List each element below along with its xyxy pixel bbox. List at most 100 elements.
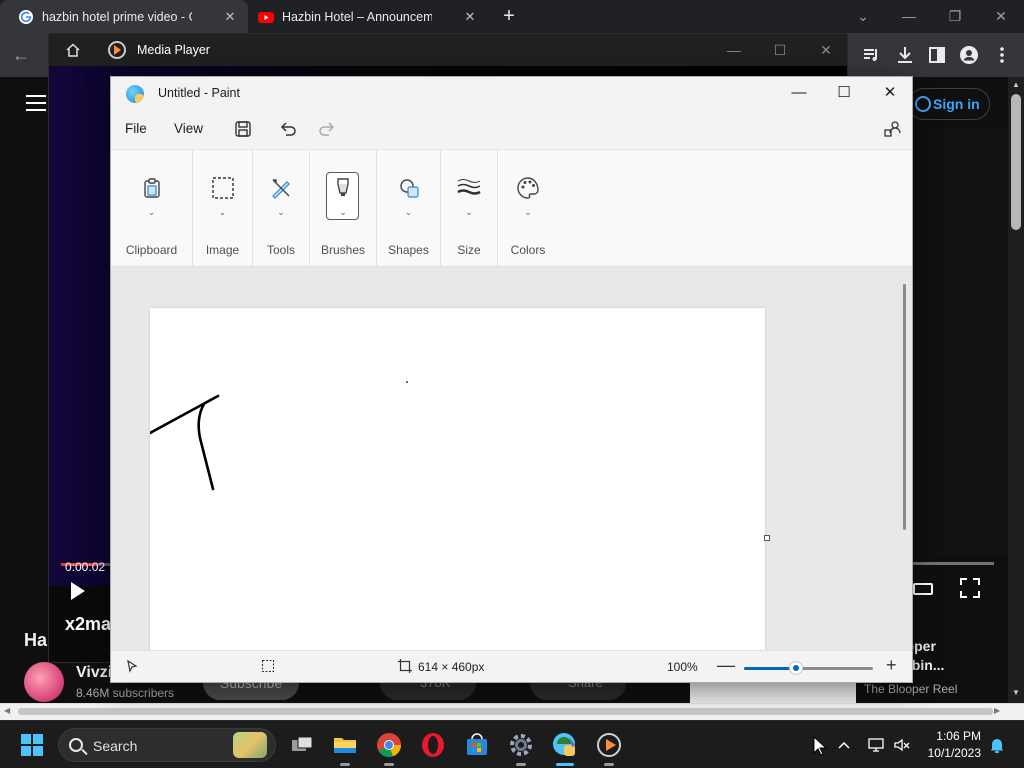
media-player-titlebar[interactable]: Media Player — ☐ ✕ xyxy=(49,34,847,66)
taskbar-time[interactable]: 1:06 PM xyxy=(935,729,981,743)
related-video-channel[interactable]: The Blooper Reel xyxy=(864,682,957,696)
browser-tab-youtube[interactable]: Hazbin Hotel – Announcement | ✕ xyxy=(258,0,484,33)
workspace-scrollbar[interactable] xyxy=(903,284,906,530)
profile-icon[interactable] xyxy=(959,45,979,65)
chrome-icon[interactable] xyxy=(375,731,403,766)
undo-icon[interactable] xyxy=(277,118,299,140)
taskbar-date[interactable]: 10/1/2023 xyxy=(921,746,981,760)
ribbon-label: Tools xyxy=(266,243,295,257)
task-view-icon[interactable] xyxy=(288,731,316,759)
shapes-icon xyxy=(399,179,419,198)
close-tab-icon[interactable]: ✕ xyxy=(222,9,238,25)
taskbar-search[interactable]: Search xyxy=(58,728,276,762)
minimize-icon[interactable]: — xyxy=(898,6,920,26)
media-player-app-icon[interactable] xyxy=(595,731,623,766)
zoom-slider-thumb[interactable] xyxy=(788,661,803,675)
new-tab-button[interactable]: + xyxy=(498,6,520,28)
minimize-icon[interactable]: — xyxy=(785,81,813,105)
back-arrow-icon[interactable]: ← xyxy=(12,45,32,65)
chevron-down-icon[interactable]: ⌄ xyxy=(277,208,285,217)
video-title-fragment: Ha xyxy=(24,630,48,650)
ribbon-group-brushes[interactable]: ⌄ Brushes xyxy=(310,150,377,268)
notification-bell-icon[interactable] xyxy=(988,736,1006,754)
more-vert-icon[interactable] xyxy=(992,45,1012,65)
show-hidden-icons-icon[interactable] xyxy=(837,738,851,752)
settings-gear-icon[interactable] xyxy=(507,731,535,766)
ribbon-group-size[interactable]: ⌄ Size xyxy=(441,150,498,268)
chevron-down-icon[interactable]: ⌄ xyxy=(148,208,156,217)
home-icon[interactable] xyxy=(65,42,81,58)
save-icon[interactable] xyxy=(232,118,254,140)
close-icon[interactable]: ✕ xyxy=(990,6,1012,26)
scroll-up-icon[interactable]: ▲ xyxy=(1010,80,1022,90)
ribbon-group-shapes[interactable]: ⌄ Shapes xyxy=(377,150,441,268)
chevron-down-icon[interactable]: ⌄ xyxy=(219,208,227,217)
zoom-out-button[interactable]: — xyxy=(717,655,735,675)
file-explorer-icon[interactable] xyxy=(331,731,359,766)
maximize-icon[interactable]: ☐ xyxy=(769,40,791,60)
ribbon-group-image[interactable]: ⌄ Image xyxy=(193,150,253,268)
paint-canvas[interactable] xyxy=(148,308,765,668)
media-queue-icon[interactable] xyxy=(862,45,882,65)
paint-titlebar[interactable]: Untitled - Paint — ☐ ✕ xyxy=(111,77,912,109)
related-video-thumbnail[interactable] xyxy=(690,680,856,704)
opera-icon[interactable] xyxy=(419,731,447,759)
minimize-icon[interactable]: — xyxy=(723,40,745,60)
scroll-down-icon[interactable]: ▼ xyxy=(1010,688,1022,698)
chevron-down-icon[interactable]: ⌄ xyxy=(465,208,473,217)
hamburger-menu-icon[interactable] xyxy=(26,95,46,111)
microsoft-store-icon[interactable] xyxy=(463,731,491,759)
start-button[interactable] xyxy=(21,734,43,756)
video-progress-bar[interactable] xyxy=(912,562,994,565)
redo-icon[interactable] xyxy=(316,118,338,140)
browser-tab-google[interactable]: hazbin hotel prime video - Goog ✕ xyxy=(0,0,248,33)
ribbon-group-clipboard[interactable]: ⌄ Clipboard xyxy=(111,150,193,268)
selection-icon xyxy=(211,177,234,199)
file-menu[interactable]: File xyxy=(125,121,147,136)
ribbon-group-tools[interactable]: ⌄ Tools xyxy=(253,150,310,268)
chevron-down-icon[interactable]: ⌄ xyxy=(852,6,874,26)
network-icon[interactable] xyxy=(867,736,885,754)
zoom-level[interactable]: 100% xyxy=(667,660,698,674)
chevron-down-icon[interactable]: ⌄ xyxy=(405,208,413,217)
view-menu[interactable]: View xyxy=(174,121,203,136)
horizontal-scrollbar-thumb[interactable] xyxy=(18,708,993,715)
canvas-resize-handle[interactable] xyxy=(764,535,770,541)
paint-ribbon: ⌄ Clipboard ⌄ Image ⌄ Tools ⌄ Brushes ⌄ … xyxy=(111,149,912,268)
sign-in-button[interactable]: Sign in xyxy=(908,88,990,120)
video-right-edge xyxy=(930,130,1008,555)
ribbon-label: Colors xyxy=(510,243,546,257)
chevron-down-icon[interactable]: ⌄ xyxy=(339,208,347,217)
channel-name[interactable]: Vivzi xyxy=(76,664,112,682)
zoom-in-button[interactable]: + xyxy=(886,655,897,675)
chevron-down-icon[interactable]: ⌄ xyxy=(524,208,532,217)
size-icon xyxy=(457,179,481,195)
download-icon[interactable] xyxy=(895,45,915,65)
media-file-name: x2ma xyxy=(65,614,112,634)
scroll-right-icon[interactable]: ▶ xyxy=(994,706,1000,715)
volume-muted-icon[interactable] xyxy=(893,736,911,754)
close-icon[interactable]: ✕ xyxy=(876,81,904,105)
close-icon[interactable]: ✕ xyxy=(815,40,837,60)
collaborate-icon[interactable] xyxy=(882,118,904,140)
close-tab-icon[interactable]: ✕ xyxy=(462,9,478,25)
mouse-cursor-icon xyxy=(813,736,827,756)
scroll-left-icon[interactable]: ◀ xyxy=(4,706,10,715)
paint-app-icon[interactable] xyxy=(551,731,579,766)
search-highlight-image xyxy=(233,732,267,758)
side-panel-icon[interactable] xyxy=(927,45,947,65)
maximize-icon[interactable]: ☐ xyxy=(830,81,858,105)
cursor-position-icon xyxy=(127,659,138,673)
theater-mode-icon[interactable] xyxy=(913,583,933,595)
fullscreen-icon[interactable] xyxy=(960,578,980,598)
palette-icon xyxy=(517,177,539,199)
channel-avatar[interactable] xyxy=(24,662,64,702)
ribbon-group-colors[interactable]: ⌄ Colors xyxy=(498,150,558,268)
ribbon-label: Shapes xyxy=(388,243,429,257)
restore-icon[interactable]: ❐ xyxy=(944,6,966,26)
ribbon-label: Image xyxy=(205,243,240,257)
page-scrollbar-thumb[interactable] xyxy=(1011,94,1021,230)
search-placeholder: Search xyxy=(93,738,138,754)
account-icon xyxy=(915,96,931,112)
play-icon[interactable] xyxy=(71,582,85,600)
